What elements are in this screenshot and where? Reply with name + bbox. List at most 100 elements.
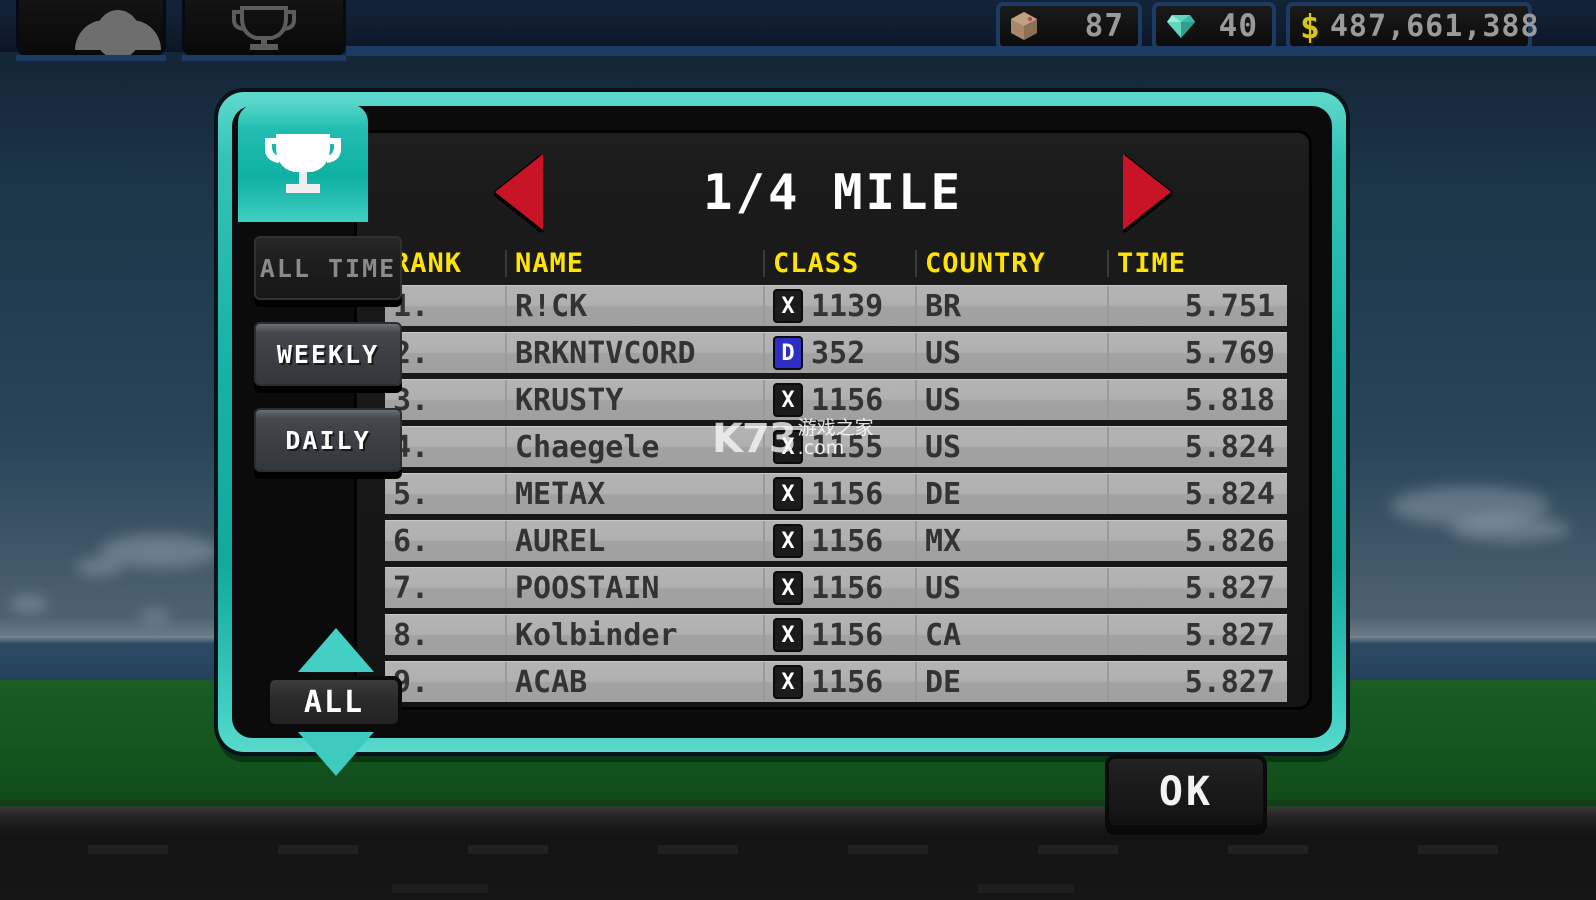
- table-row[interactable]: 3. KRUSTY X 1156 US 5.818: [385, 379, 1287, 420]
- road-marking: [1418, 845, 1498, 854]
- leaderboard-sidebar: ALL TIME WEEKLY DAILY ALL: [248, 236, 408, 776]
- cell-class: X 1155: [763, 427, 915, 467]
- crate-count: 87: [1084, 8, 1124, 44]
- cash-amount: 487,661,388: [1329, 8, 1540, 44]
- table-row[interactable]: 4. Chaegele X 1155 US 5.824: [385, 426, 1287, 467]
- dialog-inner: ALL TIME WEEKLY DAILY ALL 1/4 MILE RANK …: [232, 104, 1332, 776]
- class-number: 1156: [811, 523, 884, 559]
- gem-icon: [1166, 13, 1196, 39]
- class-number: 1156: [811, 476, 884, 512]
- road-marking: [278, 845, 358, 854]
- cell-time: 5.769: [1107, 333, 1287, 373]
- class-badge-icon: X: [773, 383, 803, 417]
- cell-country: MX: [915, 521, 1107, 561]
- cell-country: US: [915, 568, 1107, 608]
- column-header-time: TIME: [1107, 250, 1287, 277]
- cell-class: X 1156: [763, 474, 915, 514]
- next-track-arrow[interactable]: [1123, 154, 1171, 230]
- top-hud: 87 40 $ 487,661,388: [0, 0, 1596, 62]
- cell-time: 5.824: [1107, 427, 1287, 467]
- crate-counter[interactable]: 87: [996, 2, 1142, 50]
- gem-counter[interactable]: 40: [1152, 2, 1276, 50]
- road-marking: [468, 845, 548, 854]
- class-number: 1156: [811, 570, 884, 606]
- cell-time: 5.824: [1107, 474, 1287, 514]
- leaderboard-dialog: ALL TIME WEEKLY DAILY ALL 1/4 MILE RANK …: [218, 92, 1346, 776]
- trophy-icon: [228, 5, 300, 50]
- leaderboard-header-tab: [238, 104, 368, 222]
- filter-weekly-label: WEEKLY: [276, 339, 380, 369]
- class-number: 352: [811, 335, 866, 371]
- cell-name: Chaegele: [505, 427, 763, 467]
- road-marking: [1038, 845, 1118, 854]
- road-marking: [88, 845, 168, 854]
- cloud: [1450, 516, 1570, 542]
- class-badge-icon: X: [773, 571, 803, 605]
- profile-tab[interactable]: [16, 0, 166, 61]
- cell-class: X 1156: [763, 615, 915, 655]
- class-badge-icon: X: [773, 618, 803, 652]
- cell-class: X 1156: [763, 568, 915, 608]
- table-row[interactable]: 9. ACAB X 1156 DE 5.827: [385, 661, 1287, 702]
- table-row[interactable]: 6. AUREL X 1156 MX 5.826: [385, 520, 1287, 561]
- chevron-up-icon[interactable]: [298, 628, 374, 672]
- track-title: 1/4 MILE: [702, 163, 963, 221]
- cloud: [10, 596, 48, 612]
- track-title-row: 1/4 MILE: [357, 151, 1309, 233]
- chevron-down-icon[interactable]: [298, 732, 374, 776]
- cell-class: X 1156: [763, 662, 915, 702]
- cell-name: BRKNTVCORD: [505, 333, 763, 373]
- trophy-tab[interactable]: [182, 0, 346, 61]
- cell-name: AUREL: [505, 521, 763, 561]
- filter-daily[interactable]: DAILY: [254, 408, 402, 472]
- column-header-name: NAME: [505, 250, 763, 277]
- class-badge-icon: X: [773, 289, 803, 323]
- filter-daily-label: DAILY: [285, 425, 371, 455]
- class-badge-icon: X: [773, 665, 803, 699]
- ok-button[interactable]: OK: [1105, 755, 1267, 829]
- class-number: 1156: [811, 382, 884, 418]
- cell-time: 5.751: [1107, 286, 1287, 326]
- cell-time: 5.827: [1107, 662, 1287, 702]
- cell-country: US: [915, 333, 1107, 373]
- class-number: 1155: [811, 429, 884, 465]
- table-row[interactable]: 2. BRKNTVCORD D 352 US 5.769: [385, 332, 1287, 373]
- cell-country: BR: [915, 286, 1107, 326]
- column-header-class: CLASS: [763, 250, 915, 277]
- cell-country: DE: [915, 662, 1107, 702]
- table-body: 1. R!CK X 1139 BR 5.751 2. BRKNTVCORD D 352 US 5.76…: [385, 285, 1287, 702]
- road-shoulder: [0, 806, 1596, 836]
- filter-weekly[interactable]: WEEKLY: [254, 322, 402, 386]
- class-badge-icon: D: [773, 336, 803, 370]
- class-badge-icon: X: [773, 524, 803, 558]
- cell-name: KRUSTY: [505, 380, 763, 420]
- prev-track-arrow[interactable]: [495, 154, 543, 230]
- cell-name: METAX: [505, 474, 763, 514]
- cell-class: X 1139: [763, 286, 915, 326]
- leaderboard-screen: 1/4 MILE RANK NAME CLASS COUNTRY TIME 1.…: [354, 130, 1312, 710]
- table-row[interactable]: 1. R!CK X 1139 BR 5.751: [385, 285, 1287, 326]
- cell-time: 5.818: [1107, 380, 1287, 420]
- dollar-icon: $: [1300, 6, 1320, 46]
- road-marking: [1228, 845, 1308, 854]
- table-row[interactable]: 7. POOSTAIN X 1156 US 5.827: [385, 567, 1287, 608]
- trophy-icon: [258, 132, 348, 194]
- class-filter-value[interactable]: ALL: [266, 676, 402, 728]
- cell-time: 5.827: [1107, 568, 1287, 608]
- filter-all-time-label: ALL TIME: [259, 253, 397, 283]
- cell-name: ACAB: [505, 662, 763, 702]
- class-number: 1156: [811, 617, 884, 653]
- road-marking: [848, 845, 928, 854]
- cell-time: 5.827: [1107, 615, 1287, 655]
- table-row[interactable]: 5. METAX X 1156 DE 5.824: [385, 473, 1287, 514]
- cell-name: R!CK: [505, 286, 763, 326]
- cash-counter[interactable]: $ 487,661,388: [1286, 2, 1539, 50]
- cell-country: US: [915, 380, 1107, 420]
- filter-all-time[interactable]: ALL TIME: [254, 236, 402, 300]
- table-row[interactable]: 8. Kolbinder X 1156 CA 5.827: [385, 614, 1287, 655]
- class-badge-icon: X: [773, 430, 803, 464]
- crate-icon: [1010, 11, 1038, 41]
- class-badge-icon: X: [773, 477, 803, 511]
- cell-time: 5.826: [1107, 521, 1287, 561]
- class-number: 1139: [811, 288, 884, 324]
